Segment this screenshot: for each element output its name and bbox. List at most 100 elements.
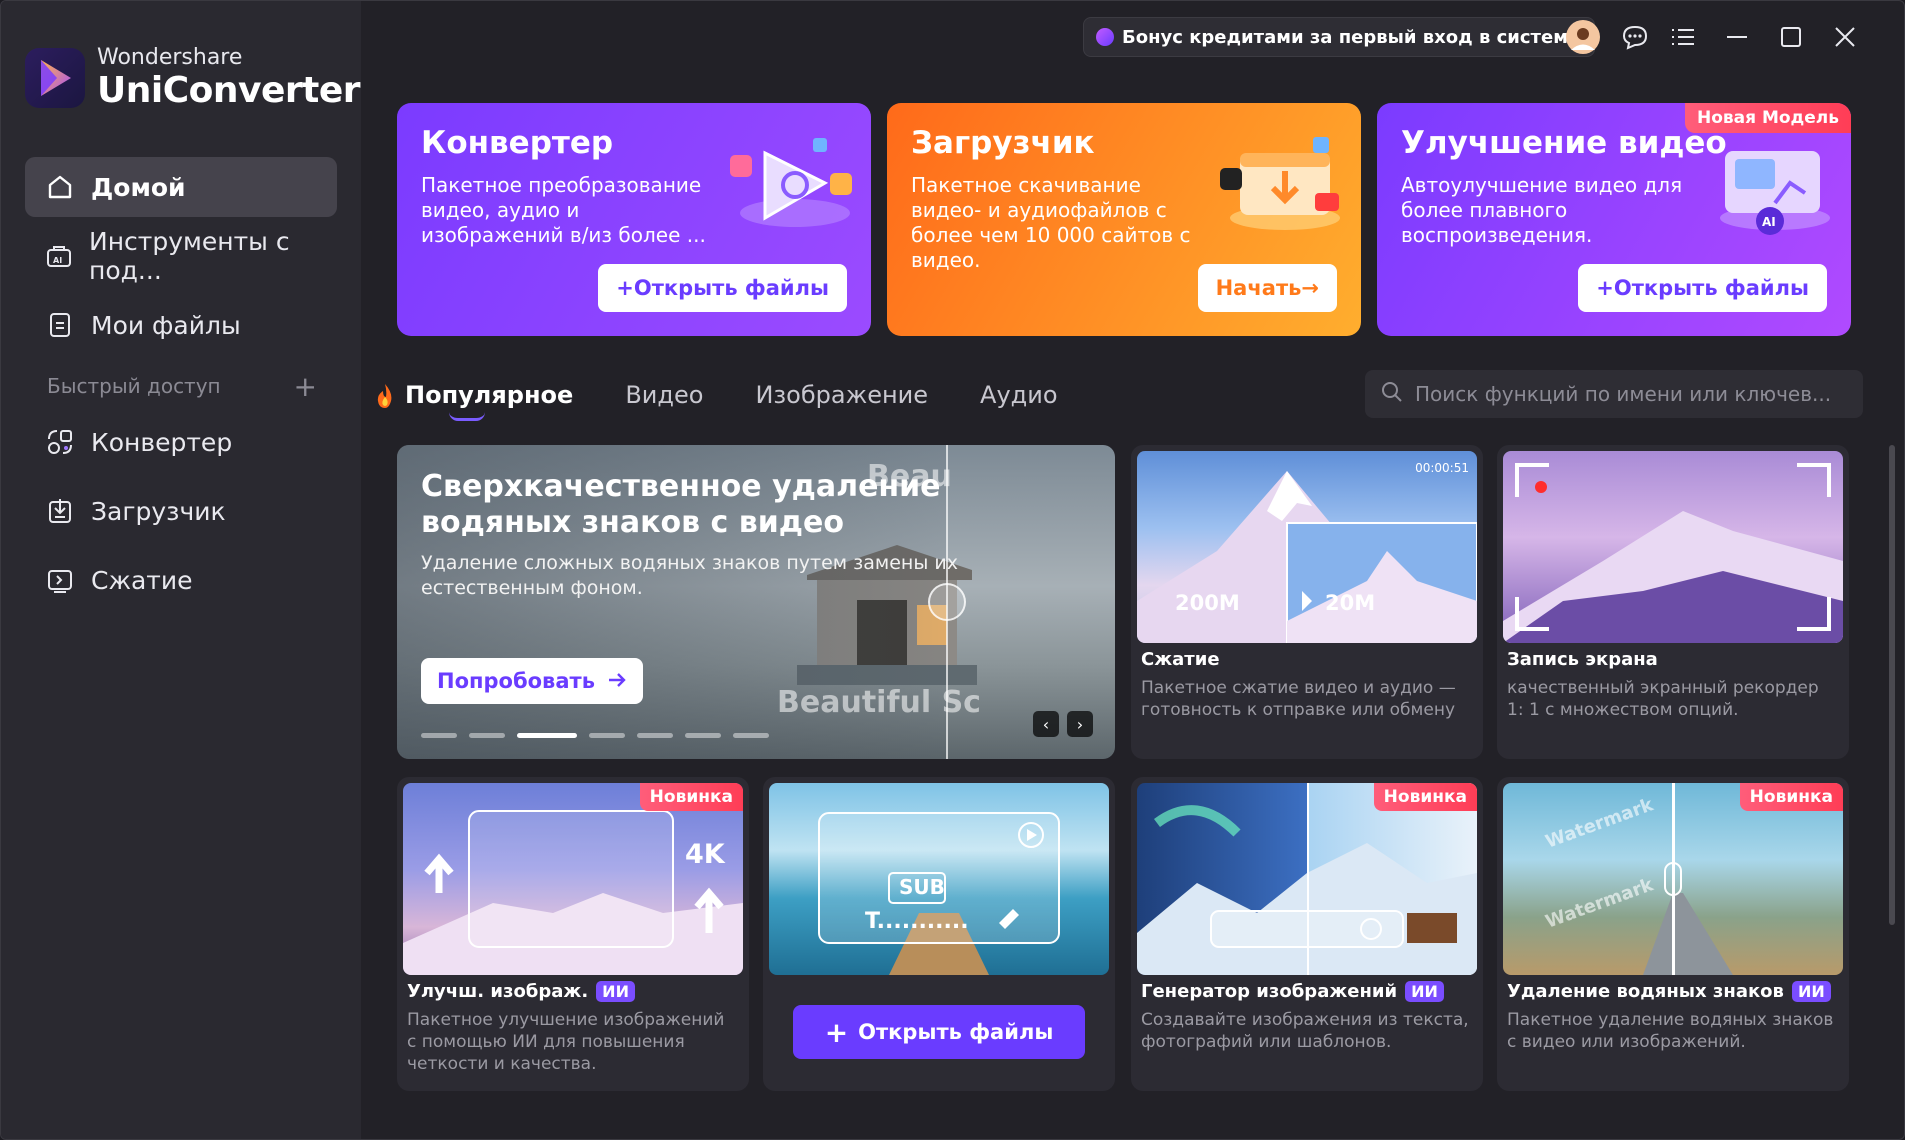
sidebar-item-label: Загрузчик [91,496,226,526]
feature-card-image-enhance[interactable]: 4K Новинка Улучш. изображ. ИИ Пакетное у… [397,777,749,1091]
ai-badge: ИИ [1405,981,1444,1002]
svg-text:AI: AI [1762,215,1776,229]
content-scrollbar[interactable] [1889,445,1895,925]
image-enhance-thumbnail: 4K Новинка [403,783,743,975]
hero-desc: Пакетное преобразование видео, аудио и и… [421,173,706,247]
sidebar-item-ai-tools[interactable]: AI Инструменты с под... [25,226,337,286]
hero-card-downloader[interactable]: Загрузчик Пакетное скачивание видео- и а… [887,103,1361,336]
avatar[interactable] [1565,19,1601,55]
maximize-icon[interactable] [1773,19,1809,55]
compress-thumbnail: 00:00:51 200M 20M [1137,451,1477,643]
compress-icon [45,565,75,595]
hero-card-video-enhance[interactable]: Новая Модель Улучшение видео Автоулучшен… [1377,103,1851,336]
ai-badge: ИИ [596,981,635,1002]
sidebar-item-label: Домой [91,172,186,202]
try-button-label: Попробовать [437,669,595,693]
open-files-button[interactable]: + Открыть файлы [793,1005,1085,1059]
carousel-dot[interactable] [685,733,721,738]
card-title: Генератор изображений ИИ [1141,981,1444,1002]
card-title: Сжатие [1141,649,1220,670]
banner-desc: Удаление сложных водяных знаков путем за… [421,552,958,599]
ai-tools-icon: AI [45,241,73,271]
try-button[interactable]: Попробовать [421,658,643,704]
downloader-illustration-icon [1220,137,1340,230]
feature-card-watermark-removal[interactable]: Watermark Watermark Новинка Удаление вод… [1497,777,1849,1091]
sidebar-item-downloader[interactable]: Загрузчик [25,481,337,541]
mountain-image-icon [1503,463,1843,643]
watermark-text: Beautiful Sc [777,685,981,720]
sidebar-item-my-files[interactable]: Мои файлы [25,295,337,355]
card-title-text: Удаление водяных знаков [1507,981,1784,1002]
carousel-dot[interactable] [733,733,769,738]
arrow-right-icon [607,669,627,693]
svg-text:AI: AI [53,256,62,265]
search-icon [1381,381,1403,407]
carousel-dot[interactable] [589,733,625,738]
card-title: Запись экрана [1507,649,1658,670]
chevron-right-icon[interactable]: › [1067,711,1093,737]
resolution-label: 4K [685,839,725,870]
carousel-arrows: ‹ › [1025,711,1093,737]
quick-access-label: Быстрый доступ [47,374,221,398]
hero-desc: Пакетное скачивание видео- и аудиофайлов… [911,173,1191,272]
bonus-credits-button[interactable]: Бонус кредитами за первый вход в систему [1083,17,1595,57]
tab-audio[interactable]: Аудио [980,381,1058,409]
tab-popular[interactable]: Популярное [377,381,573,421]
downloader-start-button[interactable]: Начать→ [1197,264,1337,312]
file-icon [45,310,75,340]
sidebar-item-compress[interactable]: Сжатие [25,550,337,610]
minimize-icon[interactable] [1719,19,1755,55]
chevron-left-icon[interactable]: ‹ [1033,711,1059,737]
ai-badge: ИИ [1791,981,1831,1002]
add-quick-access-button[interactable]: + [294,370,317,403]
carousel-dot[interactable] [421,733,457,738]
search-input[interactable] [1415,382,1835,406]
landscape-image-icon [1137,783,1477,975]
feature-card-image-generator[interactable]: Новинка Генератор изображений ИИ Создава… [1131,777,1483,1091]
enhance-open-files-button[interactable]: +Открыть файлы [1578,264,1827,312]
card-title: Улучш. изображ. ИИ [407,981,635,1002]
new-badge: Новинка [1739,783,1843,811]
close-icon[interactable] [1827,19,1863,55]
tab-image[interactable]: Изображение [755,381,928,409]
tab-video[interactable]: Видео [625,381,703,409]
new-model-badge: Новая Модель [1684,103,1851,133]
sub-label: SUB [899,875,945,899]
video-duration: 00:00:51 [1415,461,1469,475]
gem-icon [1096,28,1114,46]
carousel-dot-active[interactable] [517,733,577,738]
promo-banner[interactable]: Beau Beautiful Sc Сверхкачественное удал… [397,445,1115,759]
sidebar-item-label: Сжатие [91,565,193,595]
feature-card-screen-record[interactable]: Запись экрана качественный экранный реко… [1497,445,1849,759]
subtitles-thumbnail: SUB T........... [769,783,1109,975]
feature-card-subtitles[interactable]: SUB T........... + Открыть файлы [763,777,1115,1091]
sidebar-item-label: Мои файлы [91,310,241,340]
chat-icon[interactable] [1617,19,1653,55]
flame-icon [375,383,395,415]
open-files-label: Открыть файлы [858,1020,1054,1044]
carousel-dot[interactable] [469,733,505,738]
card-title-text: Улучш. изображ. [407,981,589,1002]
card-desc: Пакетное улучшение изображений с помощью… [407,1010,725,1074]
hero-desc: Автоулучшение видео для более плавного в… [1401,173,1683,247]
sidebar-item-home[interactable]: Домой [25,157,337,217]
converter-icon [45,427,75,457]
carousel-dot[interactable] [637,733,673,738]
size-after: 20M [1325,591,1376,615]
card-desc: Создавайте изображения из текста, фотогр… [1141,1010,1469,1052]
product-name: UniConverter [97,70,361,111]
home-icon [45,172,75,202]
sidebar-nav: Домой AI Инструменты с под... Мои файлы … [25,157,337,619]
feature-card-compress[interactable]: 00:00:51 200M 20M Сжатие Пакетное сжатие… [1131,445,1483,759]
menu-list-icon[interactable] [1665,19,1701,55]
converter-illustration-icon [730,138,852,227]
app-logo: Wondershare UniConverter [25,47,361,111]
new-badge: Новинка [639,783,743,811]
category-tabs: Популярное Видео Изображение Аудио [377,373,1110,421]
hero-card-converter[interactable]: Конвертер Пакетное преобразование видео,… [397,103,871,336]
plus-icon: + [824,1015,849,1049]
sidebar-item-converter[interactable]: Конвертер [25,412,337,472]
screen-record-thumbnail [1503,451,1843,643]
new-badge: Новинка [1373,783,1477,811]
converter-open-files-button[interactable]: +Открыть файлы [598,264,847,312]
